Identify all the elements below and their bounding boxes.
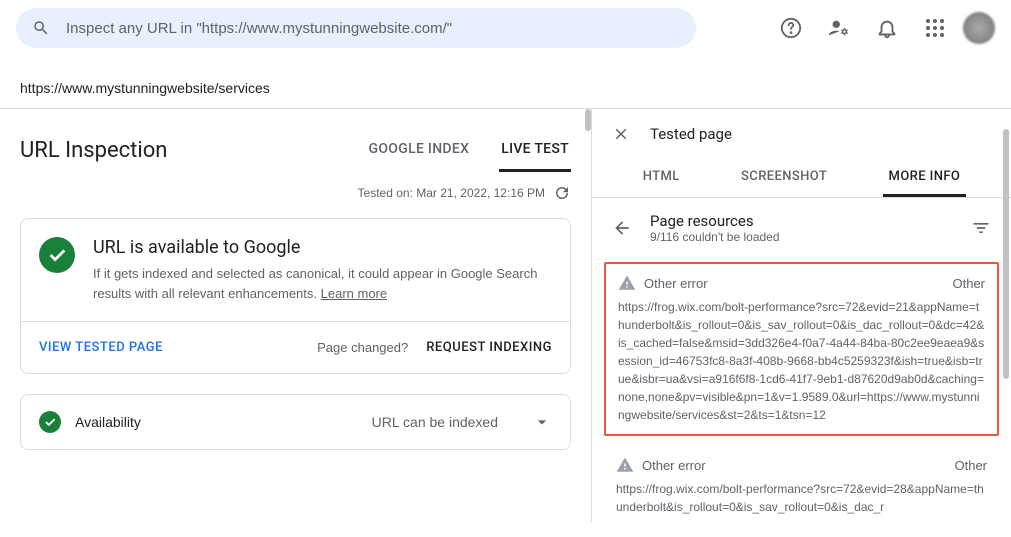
resources-subtitle: 9/116 couldn't be loaded [650,230,780,244]
right-panel: Tested page HTML SCREENSHOT MORE INFO Pa… [592,109,1011,522]
avatar[interactable] [963,12,995,44]
check-icon [39,237,75,273]
resources-title-block: Page resources 9/116 couldn't be loaded [650,212,780,244]
resources-title: Page resources [650,212,780,230]
left-tabs: GOOGLE INDEX LIVE TEST [367,129,571,172]
top-icons [771,8,995,48]
card-body-text: If it gets indexed and selected as canon… [93,266,537,301]
error-item-highlighted[interactable]: Other error Other https://frog.wix.com/b… [604,262,999,436]
card-title: URL is available to Google [93,237,552,258]
search-icon [32,19,50,37]
tab-more-info[interactable]: MORE INFO [883,159,967,197]
error-item[interactable]: Other error Other https://frog.wix.com/b… [604,450,999,522]
scrollbar[interactable] [1003,129,1009,379]
error-label: Other error [644,276,708,291]
view-tested-page-button[interactable]: VIEW TESTED PAGE [39,340,163,355]
user-settings-icon[interactable] [819,8,859,48]
filter-icon[interactable] [971,218,991,238]
resources-header: Page resources 9/116 couldn't be loaded [592,198,1011,258]
inspected-url: https://www.mystunningwebsite/services [0,56,1011,108]
availability-card: URL is available to Google If it gets in… [20,218,571,374]
card-content: URL is available to Google If it gets in… [93,237,552,303]
card-actions: VIEW TESTED PAGE Page changed? REQUEST I… [21,321,570,373]
tested-on: Tested on: Mar 21, 2022, 12:16 PM [20,184,571,202]
error-head: Other error Other [616,456,987,474]
section-header: URL Inspection GOOGLE INDEX LIVE TEST [20,129,571,172]
error-label: Other error [642,458,706,473]
tab-html[interactable]: HTML [637,159,686,197]
right-tabs: HTML SCREENSHOT MORE INFO [592,159,1011,198]
top-bar: Inspect any URL in "https://www.mystunni… [0,0,1011,56]
card-body: If it gets indexed and selected as canon… [93,264,552,303]
right-title: Tested page [650,125,732,143]
availability-status: URL can be indexed [372,414,498,430]
check-icon [39,411,61,433]
right-header: Tested page [592,109,1011,159]
main-area: URL Inspection GOOGLE INDEX LIVE TEST Te… [0,108,1011,522]
page-title: URL Inspection [20,138,167,163]
close-icon[interactable] [612,125,630,143]
error-tag: Other [954,458,987,473]
availability-row[interactable]: Availability URL can be indexed [20,394,571,450]
error-tag: Other [952,276,985,291]
request-indexing-button[interactable]: REQUEST INDEXING [426,340,552,355]
card-top: URL is available to Google If it gets in… [21,219,570,321]
chevron-down-icon[interactable] [532,412,552,432]
warning-icon [616,456,634,474]
tab-screenshot[interactable]: SCREENSHOT [735,159,833,197]
availability-label: Availability [75,414,255,430]
apps-icon[interactable] [915,8,955,48]
tab-google-index[interactable]: GOOGLE INDEX [367,129,472,172]
search-placeholder: Inspect any URL in "https://www.mystunni… [66,20,452,37]
search-input[interactable]: Inspect any URL in "https://www.mystunni… [16,8,696,48]
back-icon[interactable] [612,218,632,238]
scrollbar[interactable] [585,109,591,131]
error-url: https://frog.wix.com/bolt-performance?sr… [616,480,987,516]
tested-on-text: Tested on: Mar 21, 2022, 12:16 PM [358,186,545,200]
left-panel: URL Inspection GOOGLE INDEX LIVE TEST Te… [0,109,592,522]
tab-live-test[interactable]: LIVE TEST [499,129,571,172]
page-changed-label: Page changed? [317,340,408,355]
learn-more-link[interactable]: Learn more [321,286,387,301]
refresh-icon[interactable] [553,184,571,202]
notifications-icon[interactable] [867,8,907,48]
error-url: https://frog.wix.com/bolt-performance?sr… [618,298,985,424]
error-head: Other error Other [618,274,985,292]
warning-icon [618,274,636,292]
help-icon[interactable] [771,8,811,48]
